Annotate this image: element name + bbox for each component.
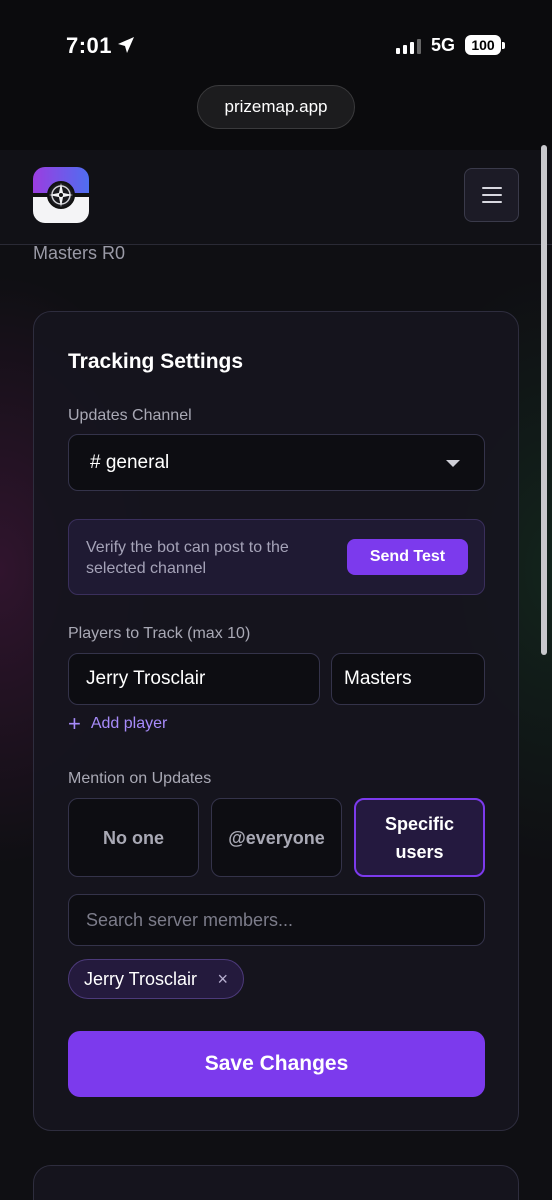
mention-option-no-one[interactable]: No one [68, 798, 199, 877]
send-test-button[interactable]: Send Test [347, 539, 468, 575]
plus-icon: + [68, 711, 81, 736]
selected-user-chip: Jerry Trosclair × [68, 959, 244, 999]
save-changes-button[interactable]: Save Changes [68, 1031, 485, 1097]
member-search-input[interactable] [68, 894, 485, 946]
breadcrumb: Masters R0 [33, 243, 126, 263]
tracking-settings-card: Tracking Settings Updates Channel # gene… [33, 311, 519, 1131]
status-bar: 7:01 5G 100 prizemap.app [0, 0, 552, 150]
channel-value: # general [90, 452, 170, 473]
verify-text: Verify the bot can post to the selected … [86, 539, 289, 577]
mention-label: Mention on Updates [68, 770, 212, 787]
address-bar[interactable]: prizemap.app [197, 85, 355, 129]
compass-icon[interactable] [33, 167, 89, 223]
chip-label: Jerry Trosclair [84, 969, 198, 989]
page-content: Masters R0 Tracking Settings Updates Cha… [0, 150, 552, 1200]
player-division-input[interactable]: Masters [331, 653, 485, 705]
top-nav [0, 150, 552, 245]
add-player-label: Add player [90, 715, 168, 732]
next-card [33, 1165, 519, 1200]
chevron-down-icon [446, 460, 460, 467]
add-player-button[interactable]: + Add player [68, 711, 168, 736]
battery-tip [502, 42, 505, 49]
players-label: Players to Track (max 10) [68, 625, 251, 642]
channel-label: Updates Channel [68, 407, 192, 424]
close-icon[interactable]: × [217, 960, 228, 998]
hamburger-icon[interactable] [464, 168, 519, 222]
mention-option-everyone[interactable]: @everyone [211, 798, 342, 877]
battery-icon: 100 [465, 35, 501, 55]
status-time: 7:01 [66, 33, 113, 58]
scrollbar[interactable] [541, 145, 547, 655]
verify-panel: Verify the bot can post to the selected … [68, 519, 485, 595]
cellular-signal-icon [396, 39, 421, 54]
channel-select[interactable]: # general [68, 434, 485, 491]
mention-option-specific-users[interactable]: Specific users [354, 798, 485, 877]
location-arrow-icon [118, 37, 134, 53]
card-title: Tracking Settings [68, 350, 244, 373]
network-type: 5G [431, 35, 456, 55]
player-name-input[interactable]: Jerry Trosclair [68, 653, 320, 705]
